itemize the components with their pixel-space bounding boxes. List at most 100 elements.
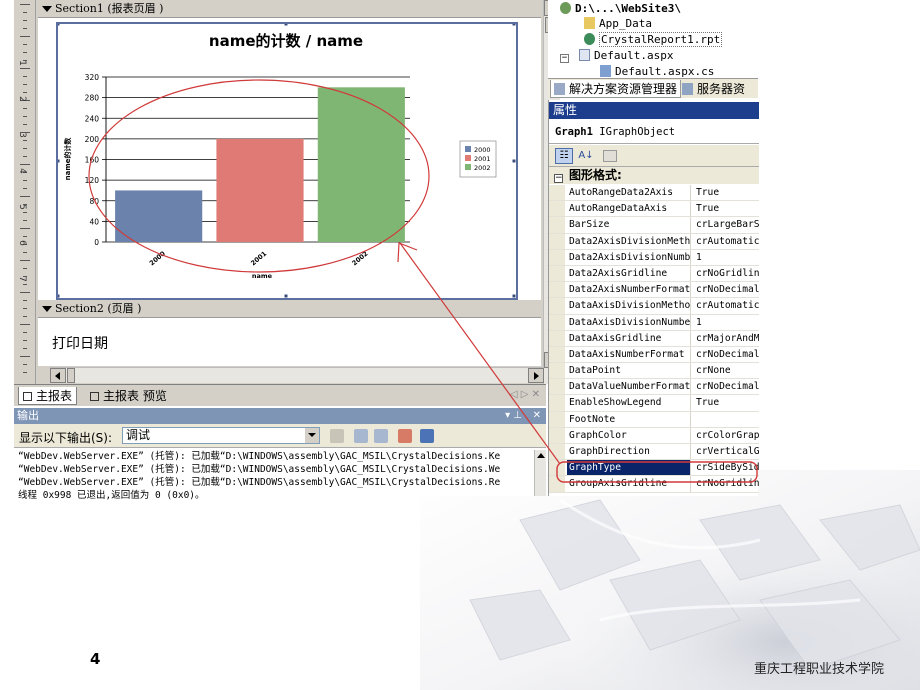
property-row[interactable]: DataAxisNumberFormat crNoDecimal (549, 346, 759, 364)
prev-message-icon[interactable] (354, 429, 368, 443)
property-row[interactable]: GraphType crSideBySid (549, 460, 759, 477)
clear-all-icon[interactable] (398, 429, 412, 443)
property-value[interactable]: crColorGrap (693, 428, 759, 443)
property-row[interactable]: BarSize crLargeBarS (549, 217, 759, 234)
close-icon[interactable]: ✕ (533, 408, 541, 424)
property-value[interactable]: crVerticalG (693, 444, 759, 459)
property-value[interactable]: crNoGridlin (693, 476, 759, 491)
output-line: “WebDev.WebServer.EXE” (托管): 已加载“D:\WIND… (18, 464, 501, 475)
output-source-select[interactable]: 调试 (122, 427, 320, 444)
ruler-number: 6 (16, 240, 27, 246)
tab-nav-arrows-icon[interactable]: ◁ ▷ ✕ (510, 389, 540, 400)
y-tick-label: 80 (89, 197, 99, 206)
ruler-number: 1 (16, 60, 27, 66)
property-row[interactable]: GraphColor crColorGrap (549, 427, 759, 444)
property-value[interactable]: crNoDecimal (693, 379, 759, 394)
property-value[interactable]: crNoGridlin (693, 266, 759, 281)
property-row[interactable]: DataAxisDivisionNumbe 1 (549, 314, 759, 331)
property-value[interactable]: crAutomatic (693, 234, 759, 249)
property-name: DataPoint (567, 363, 691, 379)
collapse-triangle-icon[interactable] (42, 6, 52, 12)
property-row[interactable]: AutoRangeDataAxis True (549, 201, 759, 218)
categorized-icon[interactable]: ☷ (555, 148, 573, 164)
alphabetical-icon[interactable]: A↓ (577, 148, 595, 164)
section2-bar[interactable]: Section2 (页眉 ) (38, 300, 541, 318)
collapse-icon[interactable]: − (560, 54, 569, 63)
property-name: AutoRangeData2Axis (567, 185, 691, 201)
folder-icon (584, 17, 595, 29)
property-value[interactable]: crLargeBarS (693, 217, 759, 232)
bar-2002 (317, 87, 405, 242)
tree-item-default-aspx-cs[interactable]: Default.aspx.cs (600, 65, 714, 78)
property-value[interactable]: crNoDecimal (693, 347, 759, 362)
scroll-right-button[interactable] (528, 368, 544, 383)
property-row[interactable]: DataValueNumberFormat crNoDecimal (549, 379, 759, 396)
property-value[interactable]: True (693, 185, 759, 200)
property-row[interactable]: EnableShowLegend True (549, 395, 759, 412)
bar-chart[interactable]: name的计数 / name 0 40 80 120 160 200 240 280 320 200… (58, 24, 516, 298)
properties-object-selector[interactable]: Graph1 IGraphObject (549, 120, 759, 144)
hscroll-thumb[interactable] (67, 368, 75, 383)
ruler-tick (20, 164, 30, 165)
property-value[interactable]: crNone (693, 363, 759, 378)
tab-solution-explorer[interactable]: 解决方案资源管理器 (550, 80, 682, 98)
property-row[interactable]: DataAxisDivisionMetho crAutomatic (549, 298, 759, 315)
property-value[interactable]: crNoDecimal (693, 282, 759, 297)
output-scrollbar[interactable] (534, 450, 546, 496)
print-date-field[interactable]: 打印日期 (52, 333, 108, 353)
horizontal-scrollbar[interactable] (50, 367, 544, 383)
property-row[interactable]: DataPoint crNone (549, 363, 759, 380)
output-text[interactable]: “WebDev.WebServer.EXE” (托管): 已加载“D:\WIND… (18, 450, 534, 502)
find-icon[interactable] (330, 429, 344, 443)
page-icon (23, 392, 32, 401)
property-row[interactable]: AutoRangeData2Axis True (549, 185, 759, 202)
property-row[interactable]: FootNote (549, 411, 759, 428)
report-designer[interactable]: 1 2 3 4 5 6 7 Section1 (报表页眉 ) name的计数 / name 0… (14, 0, 560, 384)
ruler-tick (23, 348, 27, 349)
property-value[interactable]: crAutomatic (693, 298, 759, 313)
property-value[interactable]: crSideBySid (693, 460, 759, 475)
tab-main-report[interactable]: 主报表 (18, 387, 78, 405)
word-wrap-icon[interactable] (420, 429, 434, 443)
pin-icon[interactable]: ▾ ⊥ (505, 408, 522, 424)
property-value[interactable]: True (693, 201, 759, 216)
property-category[interactable]: − 图形格式: (549, 167, 759, 184)
property-pages-icon[interactable] (603, 150, 617, 162)
ruler-tick (23, 284, 27, 285)
tree-root[interactable]: D:\...\WebSite3\ (560, 2, 681, 15)
section1-bar[interactable]: Section1 (报表页眉 ) (38, 0, 541, 18)
property-name: FootNote (567, 411, 691, 427)
property-value[interactable]: crMajorAndM (693, 331, 759, 346)
output-source-label: 显示以下输出(S): (19, 431, 113, 445)
property-value[interactable] (693, 412, 759, 427)
tab-server-explorer[interactable]: 服务器资源管 (679, 80, 758, 114)
property-row[interactable]: Data2AxisDivisionNumb 1 (549, 249, 759, 266)
property-row[interactable]: Data2AxisNumberFormat crNoDecimal (549, 282, 759, 299)
property-value[interactable]: True (693, 395, 759, 410)
server-icon (682, 83, 693, 95)
property-name: GraphDirection (567, 444, 691, 460)
property-grid[interactable]: AutoRangeData2Axis True AutoRangeDataAxis T… (549, 185, 759, 493)
up-arrow-icon[interactable] (537, 453, 545, 458)
aspx-file-icon (579, 49, 590, 61)
collapse-icon[interactable]: − (554, 174, 563, 183)
property-row[interactable]: DataAxisGridline crMajorAndM (549, 330, 759, 347)
cs-file-icon (600, 65, 611, 77)
property-row[interactable]: GraphDirection crVerticalG (549, 444, 759, 461)
property-row[interactable]: Data2AxisDivisionMeth crAutomatic (549, 233, 759, 250)
tree-item-crystalreport[interactable]: CrystalReport1.rpt (584, 32, 723, 47)
chevron-down-icon[interactable] (305, 428, 319, 443)
tree-item-app-data[interactable]: App_Data (584, 17, 652, 30)
property-row[interactable]: GroupAxisGridline crNoGridlin (549, 476, 759, 493)
property-name: Data2AxisDivisionNumb (567, 249, 691, 265)
page-header-section[interactable] (38, 318, 541, 366)
property-value[interactable]: 1 (693, 315, 759, 330)
tab-main-report-preview[interactable]: 主报表 预览 (86, 387, 171, 405)
next-message-icon[interactable] (374, 429, 388, 443)
property-row[interactable]: Data2AxisGridline crNoGridlin (549, 265, 759, 283)
scroll-left-button[interactable] (50, 368, 66, 383)
collapse-triangle-icon[interactable] (42, 306, 52, 312)
tree-item-default-aspx[interactable]: − Default.aspx (560, 49, 673, 63)
property-value[interactable]: 1 (693, 250, 759, 265)
ruler-tick (20, 228, 30, 229)
